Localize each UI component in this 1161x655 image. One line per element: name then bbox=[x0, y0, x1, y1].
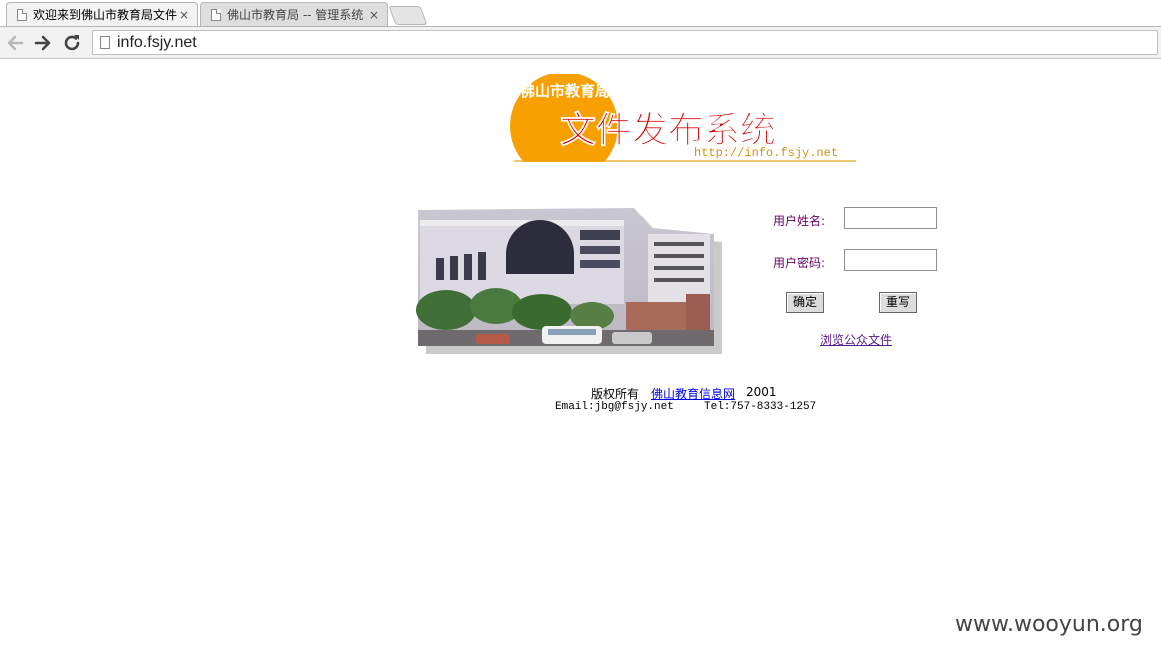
arrow-right-icon[interactable] bbox=[31, 31, 55, 55]
tab-admin[interactable]: 佛山市教育局 -- 管理系统 × bbox=[200, 2, 388, 26]
url-text[interactable]: info.fsjy.net bbox=[117, 34, 197, 52]
logo-system: 文件发布系统 bbox=[560, 110, 776, 151]
tab-title: 佛山市教育局 -- 管理系统 bbox=[227, 8, 364, 22]
new-tab-button[interactable] bbox=[388, 6, 428, 25]
tab-strip: 欢迎来到佛山市教育局文件 × 佛山市教育局 -- 管理系统 × bbox=[0, 0, 1161, 26]
contact-email: Email:jbg@fsjy.net bbox=[555, 401, 674, 413]
watermark: www.wooyun.org bbox=[955, 612, 1143, 637]
copyright-text: 版权所有 bbox=[591, 387, 640, 401]
tab-welcome[interactable]: 欢迎来到佛山市教育局文件 × bbox=[6, 2, 198, 26]
username-input[interactable] bbox=[844, 207, 937, 229]
page-content: 佛山市教育局 文件发布系统 http://info.fsjy.net 用户姓名:… bbox=[0, 60, 1161, 655]
logo-banner: 佛山市教育局 文件发布系统 http://info.fsjy.net bbox=[508, 74, 860, 166]
page-icon bbox=[211, 8, 221, 21]
page-icon bbox=[17, 8, 27, 21]
browser-toolbar: info.fsjy.net bbox=[0, 26, 1161, 59]
close-icon[interactable]: × bbox=[367, 8, 381, 22]
logo-org: 佛山市教育局 bbox=[519, 82, 610, 100]
username-label: 用户姓名: bbox=[773, 214, 826, 228]
site-link[interactable]: 佛山教育信息网 bbox=[651, 385, 735, 402]
close-icon[interactable]: × bbox=[177, 8, 191, 22]
reset-button[interactable]: 重写 bbox=[879, 292, 918, 313]
arrow-left-icon[interactable] bbox=[3, 31, 27, 55]
copyright-year: 2001 bbox=[746, 385, 777, 399]
public-docs-link[interactable]: 浏览公众文件 bbox=[820, 331, 892, 348]
password-label: 用户密码: bbox=[773, 256, 826, 270]
password-input[interactable] bbox=[844, 249, 937, 271]
reload-icon[interactable] bbox=[60, 31, 84, 55]
submit-button[interactable]: 确定 bbox=[786, 292, 825, 313]
contact-tel: Tel:757-8333-1257 bbox=[704, 401, 817, 413]
page-icon bbox=[100, 36, 110, 49]
building-photo bbox=[416, 208, 722, 354]
tab-title: 欢迎来到佛山市教育局文件 bbox=[33, 8, 177, 22]
logo-url: http://info.fsjy.net bbox=[694, 146, 838, 160]
address-bar[interactable]: info.fsjy.net bbox=[92, 30, 1158, 55]
